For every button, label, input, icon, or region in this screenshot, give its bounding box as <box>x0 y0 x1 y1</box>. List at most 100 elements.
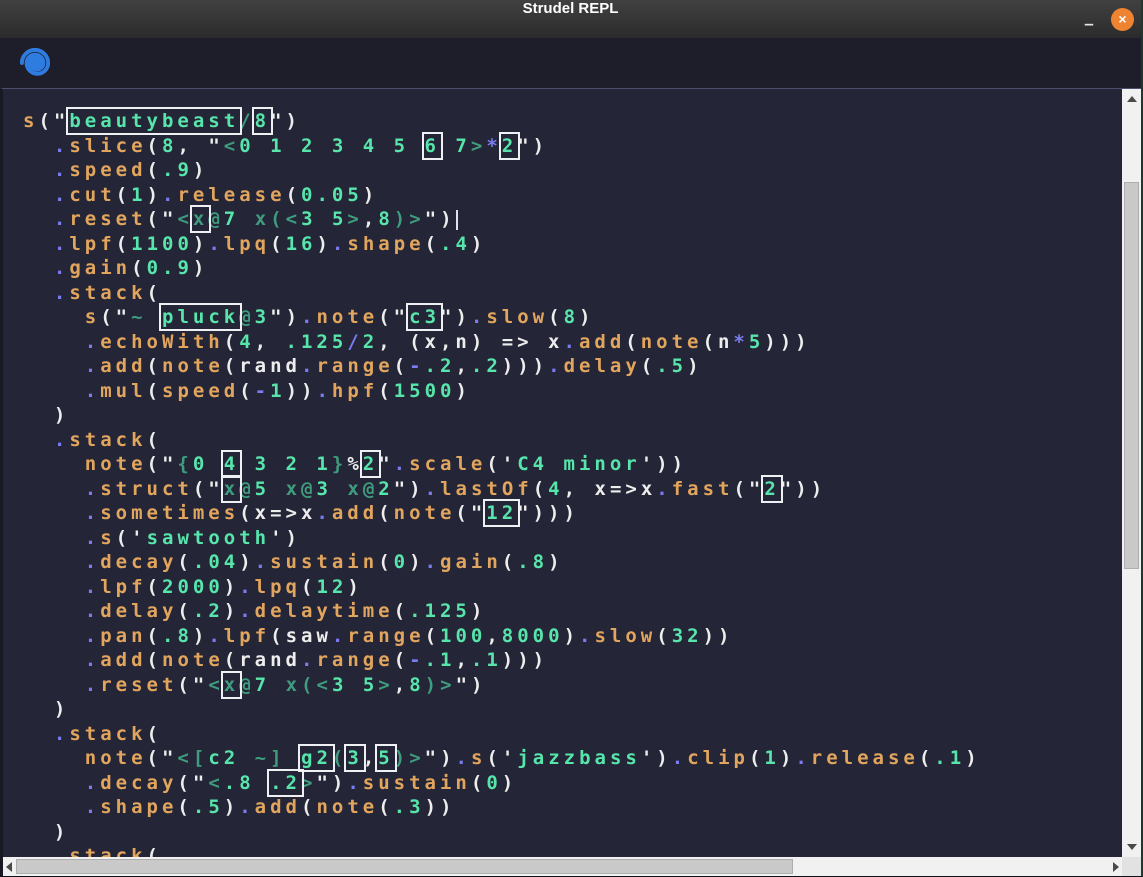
code-token: ( <box>919 747 934 769</box>
code-token: ) <box>394 747 409 769</box>
code-line: note("<[c2 ~] g2(3,5)>").s('jazzbass').c… <box>23 746 1120 771</box>
code-token: 3 <box>332 674 347 696</box>
scroll-down-button[interactable] <box>1122 839 1141 855</box>
code-token: < <box>316 674 331 696</box>
code-token <box>23 502 85 524</box>
code-token: stack <box>69 845 146 857</box>
code-token: , <box>363 208 378 230</box>
horizontal-scroll-thumb[interactable] <box>16 859 793 874</box>
code-token: clip <box>687 747 749 769</box>
code-token: (' <box>486 453 517 475</box>
code-token: decay <box>100 551 177 573</box>
code-token: .2 <box>471 355 502 377</box>
code-token: 3 <box>316 478 331 500</box>
code-token: . <box>301 306 316 328</box>
code-line: .stack( <box>23 428 1120 453</box>
code-token: ") <box>456 674 487 696</box>
code-token: . <box>208 625 223 647</box>
scroll-left-button[interactable] <box>3 859 15 874</box>
code-token: . <box>54 184 69 206</box>
code-token: ) <box>425 674 440 696</box>
code-token: ( <box>177 551 192 573</box>
code-token <box>23 429 54 451</box>
code-token: . <box>394 453 409 475</box>
code-token: 5 <box>255 478 270 500</box>
scroll-right-button[interactable] <box>1110 859 1122 874</box>
window-title: Strudel REPL <box>0 0 1141 17</box>
code-token: . <box>54 233 69 255</box>
code-token: (" <box>38 110 69 132</box>
code-token: (' <box>486 747 517 769</box>
code-token: C4 minor <box>517 453 641 475</box>
code-token: . <box>795 747 810 769</box>
code-token: fast <box>672 478 734 500</box>
code-line: .sometimes(x=>x.add(note("12"))) <box>23 501 1120 526</box>
code-token: . <box>332 625 347 647</box>
code-token: > <box>409 208 424 230</box>
code-token: , <box>378 331 409 353</box>
close-button[interactable]: × <box>1111 8 1134 31</box>
code-token: gain <box>69 257 131 279</box>
code-editor[interactable]: s("beautybeast/8") .slice(8, "<0 1 2 3 4… <box>0 88 1141 876</box>
code-token <box>23 282 54 304</box>
code-token: lpf <box>100 576 146 598</box>
code-token: (" <box>177 772 208 794</box>
scroll-up-button[interactable] <box>1122 91 1141 107</box>
titlebar[interactable]: Strudel REPL – × <box>0 0 1141 39</box>
code-line: .echoWith(4, .125/2, (x,n) => x.add(note… <box>23 330 1120 355</box>
code-token: . <box>85 796 100 818</box>
code-token: / <box>239 110 254 132</box>
horizontal-scrollbar[interactable] <box>3 857 1122 876</box>
code-token: 8 <box>255 110 270 132</box>
code-token: ( <box>224 355 239 377</box>
vertical-scroll-thumb[interactable] <box>1124 182 1139 569</box>
code-token: pan <box>100 625 146 647</box>
code-token: . <box>85 355 100 377</box>
code-token: x <box>347 478 362 500</box>
code-line: .add(note(rand.range(-.2,.2))).delay(.5) <box>23 354 1120 379</box>
code-token <box>239 747 254 769</box>
window-controls: – × <box>1082 0 1134 38</box>
code-token: speed <box>162 380 239 402</box>
code-token: < <box>224 135 239 157</box>
code-token: . <box>332 233 347 255</box>
code-token <box>23 845 54 857</box>
code-token <box>23 796 85 818</box>
code-token: stack <box>69 723 146 745</box>
code-token: 8000 <box>502 625 564 647</box>
code-line: .cut(1).release(0.05) <box>23 183 1120 208</box>
code-token: , <box>455 355 470 377</box>
code-token: , " <box>177 135 223 157</box>
code-line: .slice(8, "<0 1 2 3 4 5 6 7>*2") <box>23 134 1120 159</box>
code-line: ) <box>23 403 1120 428</box>
code-token: ( <box>471 772 486 794</box>
code-token: ( <box>270 625 285 647</box>
code-token: ) <box>193 625 208 647</box>
code-token <box>23 331 85 353</box>
code-token: saw <box>286 625 332 647</box>
code-token: ) <box>347 576 362 598</box>
code-token: 4 <box>239 331 254 353</box>
code-token: range <box>347 625 424 647</box>
code-token: .125 <box>409 600 471 622</box>
code-token: scale <box>409 453 486 475</box>
code-token: 3 <box>301 208 316 230</box>
code-token: s <box>100 527 115 549</box>
code-token: ( <box>394 649 409 671</box>
minimize-button[interactable]: – <box>1082 9 1096 29</box>
code-token: . <box>85 600 100 622</box>
code-token: ] <box>270 747 285 769</box>
code-token: 6 <box>425 135 440 157</box>
code-content[interactable]: s("beautybeast/8") .slice(8, "<0 1 2 3 4… <box>3 89 1120 857</box>
code-token: ) <box>239 551 254 573</box>
code-line: .lpf(2000).lpq(12) <box>23 575 1120 600</box>
vertical-scrollbar[interactable] <box>1122 89 1141 857</box>
code-token: 1500 <box>394 380 456 402</box>
code-token: ") <box>316 772 347 794</box>
code-token: ( <box>116 233 131 255</box>
code-token: , <box>394 674 409 696</box>
code-token: . <box>548 355 563 377</box>
code-line: .s('sawtooth') <box>23 526 1120 551</box>
code-token: 2000 <box>162 576 224 598</box>
code-token: ") <box>425 208 456 230</box>
